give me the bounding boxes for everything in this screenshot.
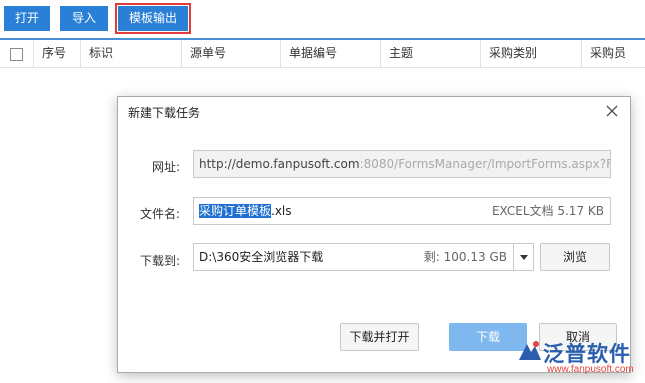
open-button[interactable]: 打开 <box>4 6 50 31</box>
download-to-label: 下载到: <box>139 254 180 268</box>
url-label: 网址: <box>151 160 180 174</box>
table-header: 序号 标识 源单号 单据编号 主题 采购类别 采购员 <box>0 38 645 68</box>
close-icon[interactable] <box>604 103 620 119</box>
filename-selected-text: 采购订单模板 <box>199 204 272 218</box>
url-domain: http://demo.fanpusoft.com <box>199 157 360 171</box>
toolbar: 打开 导入 模板输出 <box>0 0 645 36</box>
select-all-checkbox[interactable] <box>10 48 23 61</box>
file-type-size: EXCEL文档 5.17 KB <box>491 204 604 218</box>
filename-extension: .xls <box>271 204 292 218</box>
filename-label: 文件名: <box>139 207 180 221</box>
brand-logo-icon <box>519 341 541 360</box>
url-field: http://demo.fanpusoft.com:8080/FormsMana… <box>193 150 611 178</box>
download-path: D:\360安全浏览器下载 <box>199 250 324 264</box>
download-dialog: 新建下载任务 网址: http://demo.fanpusoft.com:808… <box>117 96 631 373</box>
brand-url: www.fanpusoft.com <box>547 364 634 375</box>
column-header[interactable]: 采购员 <box>582 40 645 68</box>
column-header[interactable]: 单据编号 <box>281 40 381 68</box>
select-all-cell <box>0 40 34 68</box>
download-and-open-button[interactable]: 下载并打开 <box>340 323 419 351</box>
export-template-button[interactable]: 模板输出 <box>115 3 191 34</box>
column-header[interactable]: 标识 <box>81 40 182 68</box>
browse-button[interactable]: 浏览 <box>540 243 610 271</box>
chevron-down-icon[interactable] <box>513 244 533 270</box>
dialog-title: 新建下载任务 <box>128 106 201 120</box>
column-header[interactable]: 主题 <box>381 40 481 68</box>
brand-watermark: 泛普软件 www.fanpusoft.com <box>513 334 643 382</box>
import-button[interactable]: 导入 <box>60 6 108 31</box>
filename-input[interactable]: 采购订单模板.xls EXCEL文档 5.17 KB <box>193 197 611 225</box>
column-header[interactable]: 源单号 <box>182 40 281 68</box>
column-header[interactable]: 采购类别 <box>481 40 582 68</box>
url-path: :8080/FormsManager/ImportForms.aspx?Fo <box>359 157 611 171</box>
free-space: 剩: 100.13 GB <box>423 250 507 264</box>
download-path-select[interactable]: D:\360安全浏览器下载 剩: 100.13 GB <box>193 243 534 271</box>
column-header[interactable]: 序号 <box>34 40 81 68</box>
